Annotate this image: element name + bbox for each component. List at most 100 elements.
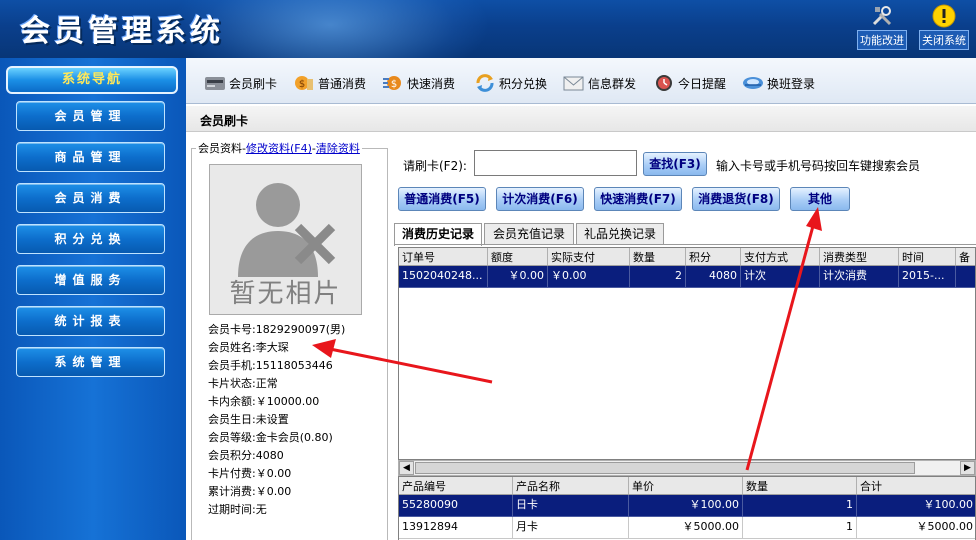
member-balance: 卡内余额:￥10000.00 xyxy=(208,395,320,408)
toolbar: 会员刷卡 $ 普通消费 $ 快速消费 积分兑换 信息群发 今日提醒 换班登录 xyxy=(186,58,976,104)
normal-consumption-button[interactable]: 普通消费(F5) xyxy=(398,187,486,211)
cell-time: 2015-... xyxy=(899,266,956,288)
cell-product-qty: 1 xyxy=(743,517,857,539)
col-time: 时间 xyxy=(899,248,956,265)
sidebar-item-reports[interactable]: 统计报表 xyxy=(16,306,165,336)
sidebar-item-value-added[interactable]: 增值服务 xyxy=(16,265,165,295)
toolbar-points-exchange-label: 积分兑换 xyxy=(499,76,548,91)
col-unit-price: 单价 xyxy=(629,477,743,494)
member-birthday: 会员生日:未设置 xyxy=(208,413,289,426)
col-consume-type: 消费类型 xyxy=(820,248,899,265)
tab-underline xyxy=(394,244,976,245)
cell-product-code: 55280090 xyxy=(399,495,513,517)
warning-icon xyxy=(932,4,956,28)
card-reader-icon xyxy=(205,77,225,90)
other-button[interactable]: 其他 xyxy=(790,187,850,211)
col-product-name: 产品名称 xyxy=(513,477,629,494)
member-info-panel: 会员资料-修改资料(F4)-清除资料 暂无相片 会员卡号:1829290097(… xyxy=(191,140,388,540)
cell-product-code: 13912894 xyxy=(399,517,513,539)
member-photo: 暂无相片 xyxy=(209,164,362,315)
toolbar-fast-consumption-label: 快速消费 xyxy=(407,76,456,91)
user-placeholder-icon xyxy=(238,183,336,277)
member-card-fee: 卡片付费:￥0.00 xyxy=(208,467,292,480)
products-header-row: 产品编号 产品名称 单价 数量 合计 xyxy=(399,477,975,495)
app-title: 会员管理系统 xyxy=(20,14,224,49)
sidebar-item-system-management[interactable]: 系统管理 xyxy=(16,347,165,377)
toolbar-normal-consumption-label: 普通消费 xyxy=(318,76,367,91)
fast-money-icon: $ xyxy=(383,76,401,90)
col-subtotal: 合计 xyxy=(857,477,975,494)
search-hint: 输入卡号或手机号码按回车键搜索会员 xyxy=(716,159,921,173)
toolbar-shift-login-label: 换班登录 xyxy=(767,76,816,91)
tab-recharge-records[interactable]: 会员充值记录 xyxy=(484,223,574,245)
member-legend: 会员资料-修改资料(F4)-清除资料 xyxy=(196,140,362,156)
toolbar-mass-message[interactable]: 信息群发 xyxy=(563,72,636,94)
fast-consumption-button[interactable]: 快速消费(F7) xyxy=(594,187,682,211)
close-system-button[interactable]: 关闭系统 xyxy=(914,4,974,50)
col-actual-paid: 实际支付 xyxy=(548,248,630,265)
cell-amount: ￥0.00 xyxy=(488,266,548,288)
toolbar-points-exchange[interactable]: 积分兑换 xyxy=(474,72,547,94)
shift-icon xyxy=(743,77,763,89)
clear-member-link[interactable]: 清除资料 xyxy=(316,142,360,155)
col-order-no: 订单号 xyxy=(399,248,488,265)
sidebar-item-member-consumption[interactable]: 会员消费 xyxy=(16,183,165,213)
col-points: 积分 xyxy=(686,248,741,265)
sidebar-item-product-management[interactable]: 商品管理 xyxy=(16,142,165,172)
count-consumption-button[interactable]: 计次消费(F6) xyxy=(496,187,584,211)
toolbar-shift-login[interactable]: 换班登录 xyxy=(742,72,815,94)
member-level: 会员等级:金卡会员(0.80) xyxy=(208,431,333,444)
scroll-right-icon[interactable]: ▶ xyxy=(960,461,975,475)
member-legend-label: 会员资料 xyxy=(198,142,242,155)
sidebar-item-member-management[interactable]: 会员管理 xyxy=(16,101,165,131)
col-amount: 额度 xyxy=(488,248,548,265)
member-card-number: 会员卡号:1829290097(男) xyxy=(208,323,346,336)
feature-improve-button[interactable]: 功能改进 xyxy=(852,4,912,50)
cell-unit-price: ￥100.00 xyxy=(629,495,743,517)
col-pay-method: 支付方式 xyxy=(741,248,820,265)
toolbar-today-reminder[interactable]: 今日提醒 xyxy=(653,72,726,94)
col-product-qty: 数量 xyxy=(743,477,857,494)
edit-member-link[interactable]: 修改资料(F4) xyxy=(246,142,312,155)
sidebar-item-points-exchange[interactable]: 积分兑换 xyxy=(16,224,165,254)
section-header: 会员刷卡 xyxy=(186,106,976,132)
history-scrollbar[interactable]: ◀ ▶ xyxy=(398,460,976,476)
clock-icon xyxy=(656,75,672,91)
cell-pay-method: 计次 xyxy=(741,266,820,288)
swipe-card-label: 请刷卡(F2): xyxy=(403,159,467,173)
cell-consume-type: 计次消费 xyxy=(820,266,899,288)
history-grid: 订单号 额度 实际支付 数量 积分 支付方式 消费类型 时间 备 1502040… xyxy=(398,247,976,460)
member-phone: 会员手机:15118053446 xyxy=(208,359,333,372)
tab-gift-exchange[interactable]: 礼品兑换记录 xyxy=(576,223,664,245)
scroll-thumb[interactable] xyxy=(415,462,915,474)
member-name: 会员姓名:李大琛 xyxy=(208,341,289,354)
cell-product-name: 日卡 xyxy=(513,495,629,517)
table-row[interactable]: 55280090 日卡 ￥100.00 1 ￥100.00 xyxy=(399,495,975,517)
col-quantity: 数量 xyxy=(630,248,686,265)
toolbar-card-swipe[interactable]: 会员刷卡 xyxy=(204,72,277,94)
member-points: 会员积分:4080 xyxy=(208,449,284,462)
search-button[interactable]: 查找(F3) xyxy=(643,152,707,176)
products-grid: 产品编号 产品名称 单价 数量 合计 55280090 日卡 ￥100.00 1… xyxy=(398,476,976,540)
scroll-left-icon[interactable]: ◀ xyxy=(399,461,414,475)
cell-order-no: 1502040248... xyxy=(399,266,488,288)
col-product-code: 产品编号 xyxy=(399,477,513,494)
tab-consumption-history[interactable]: 消费历史记录 xyxy=(394,223,482,246)
sidebar-title: 系统导航 xyxy=(6,66,178,94)
mail-icon xyxy=(563,76,584,91)
toolbar-mass-message-label: 信息群发 xyxy=(588,76,637,91)
table-row[interactable]: 1502040248... ￥0.00 ￥0.00 2 4080 计次 计次消费… xyxy=(399,266,975,288)
toolbar-card-swipe-label: 会员刷卡 xyxy=(229,76,278,91)
swipe-card-input[interactable] xyxy=(474,150,637,176)
consumption-return-button[interactable]: 消费退货(F8) xyxy=(692,187,780,211)
toolbar-normal-consumption[interactable]: $ 普通消费 xyxy=(293,72,366,94)
no-photo-text: 暂无相片 xyxy=(229,279,342,309)
toolbar-today-reminder-label: 今日提醒 xyxy=(678,76,727,91)
toolbar-fast-consumption[interactable]: $ 快速消费 xyxy=(382,72,455,94)
feature-improve-label: 功能改进 xyxy=(857,30,907,50)
svg-text:$: $ xyxy=(299,79,305,90)
exchange-icon xyxy=(476,74,494,92)
cell-remark xyxy=(956,266,975,288)
member-expire-time: 过期时间:无 xyxy=(208,503,267,516)
table-row[interactable]: 13912894 月卡 ￥5000.00 1 ￥5000.00 xyxy=(399,517,975,539)
